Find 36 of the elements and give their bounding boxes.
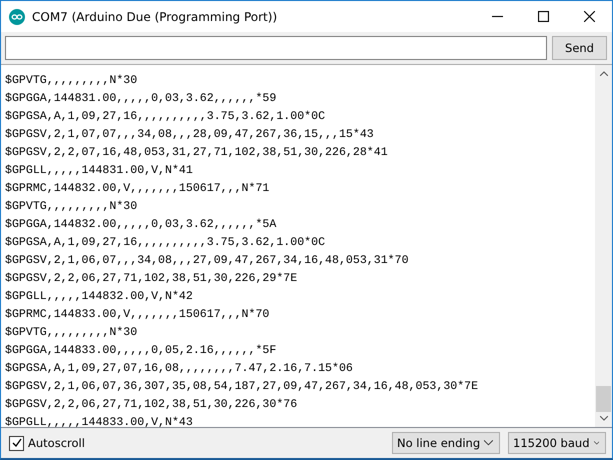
output-line: $GPGSV,2,1,06,07,36,307,35,08,54,187,27,09,47,267,34,16,48,053,30*7E [5, 379, 480, 395]
output-line: $GPGSV,2,1,06,07,,,34,08,,,27,09,47,267,34,16,48,053,31*70 [5, 253, 410, 269]
baud-rate-dropdown[interactable]: 115200 baud [508, 432, 606, 454]
output-line: $GPGSA,A,1,09,27,16,,,,,,,,,,3.75,3.62,1.00*0C [5, 235, 326, 251]
output-line: $GPGGA,144833.00,,,,,0,05,2.16,,,,,,*5F [5, 343, 278, 359]
scroll-thumb[interactable] [596, 386, 611, 412]
input-field[interactable] [5, 36, 547, 60]
output-line: $GPVTG,,,,,,,,,N*30 [5, 325, 138, 341]
output-line: $GPGSA,A,1,09,27,16,,,,,,,,,,3.75,3.62,1.00*0C [5, 109, 326, 125]
window-title: COM7 (Arduino Due (Programming Port)) [32, 10, 278, 24]
chevron-down-icon [594, 440, 599, 446]
output-line: $GPRMC,144832.00,V,,,,,,,150617,,,N*71 [5, 181, 270, 197]
output-line: $GPVTG,,,,,,,,,N*30 [5, 199, 138, 215]
scrollbar[interactable] [595, 65, 612, 427]
send-button[interactable]: Send [552, 36, 607, 60]
infinity-logo-icon [9, 8, 25, 24]
output-line: $GPGLL,,,,,144831.00,V,N*41 [5, 163, 194, 179]
scroll-down-icon[interactable] [600, 416, 608, 421]
line-ending-dropdown[interactable]: No line ending [392, 432, 500, 454]
output-line: $GPGGA,144832.00,,,,,0,03,3.62,,,,,,*5A [5, 217, 278, 233]
output-line: $GPVTG,,,,,,,,,N*30 [5, 73, 138, 89]
close-icon[interactable] [584, 11, 595, 22]
autoscroll-checkbox[interactable] [9, 436, 24, 450]
output-line: $GPGLL,,,,,144833.00,V,N*43 [5, 415, 194, 427]
output-line: $GPGSV,2,2,06,27,71,102,38,51,30,226,30*76 [5, 397, 298, 413]
output-line: $GPGSV,2,1,07,07,,,34,08,,,28,09,47,267,36,15,,,15*43 [5, 127, 375, 143]
maximize-icon[interactable] [538, 11, 549, 22]
output-line: $GPGGA,144831.00,,,,,0,03,3.62,,,,,,*59 [5, 91, 278, 107]
scroll-up-icon[interactable] [600, 71, 608, 76]
output-line: $GPGSV,2,2,06,27,71,102,38,51,30,226,29*7E [5, 271, 298, 287]
autoscroll-label: Autoscroll [28, 436, 85, 450]
output-line: $GPRMC,144833.00,V,,,,,,,150617,,,N*70 [5, 307, 270, 323]
chevron-down-icon [484, 440, 493, 446]
output-line: $GPGLL,,,,,144832.00,V,N*42 [5, 289, 194, 305]
output-line: $GPGSA,A,1,09,27,07,16,08,,,,,,,,7.47,2.16,7.15*06 [5, 361, 354, 377]
output-line: $GPGSV,2,2,07,16,48,053,31,27,71,102,38,51,30,226,28*41 [5, 145, 389, 161]
